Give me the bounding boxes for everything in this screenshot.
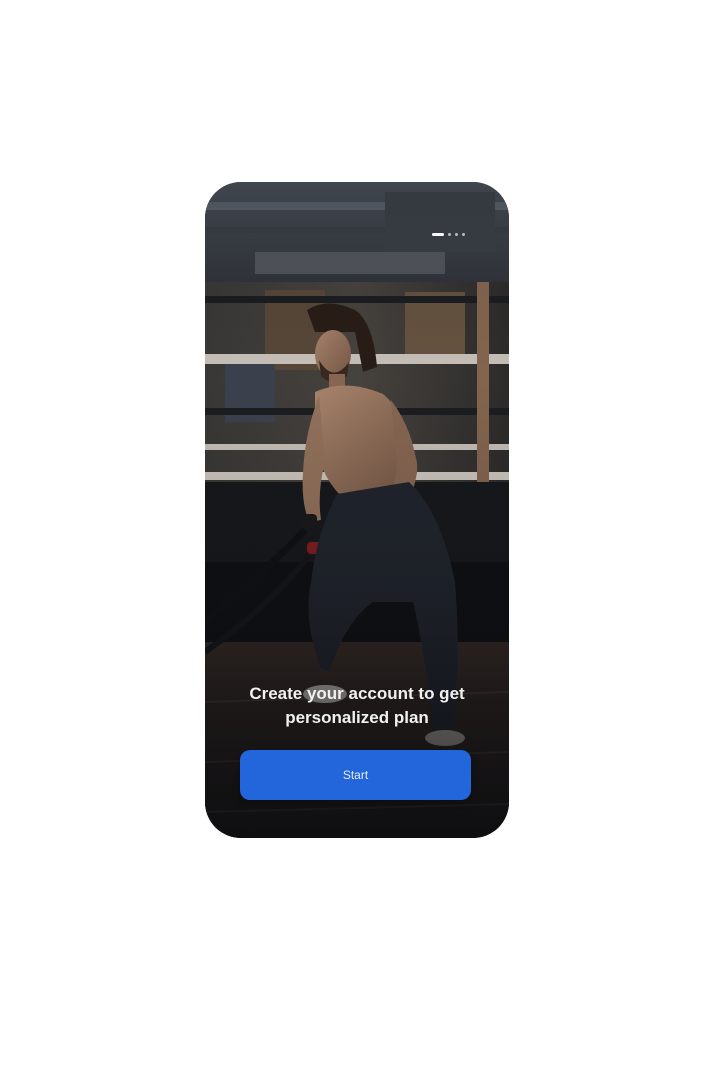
page-indicator-dot-active[interactable]: [432, 233, 444, 236]
page-indicator-dot[interactable]: [462, 233, 465, 236]
photo-dark-overlay: [205, 182, 509, 838]
start-button[interactable]: Start: [240, 750, 471, 800]
page-indicator: [432, 233, 465, 236]
page-indicator-dot[interactable]: [448, 233, 451, 236]
phone-screen: Create your account to get personalized …: [205, 182, 509, 838]
page-indicator-dot[interactable]: [455, 233, 458, 236]
onboarding-headline: Create your account to get personalized …: [249, 684, 465, 727]
